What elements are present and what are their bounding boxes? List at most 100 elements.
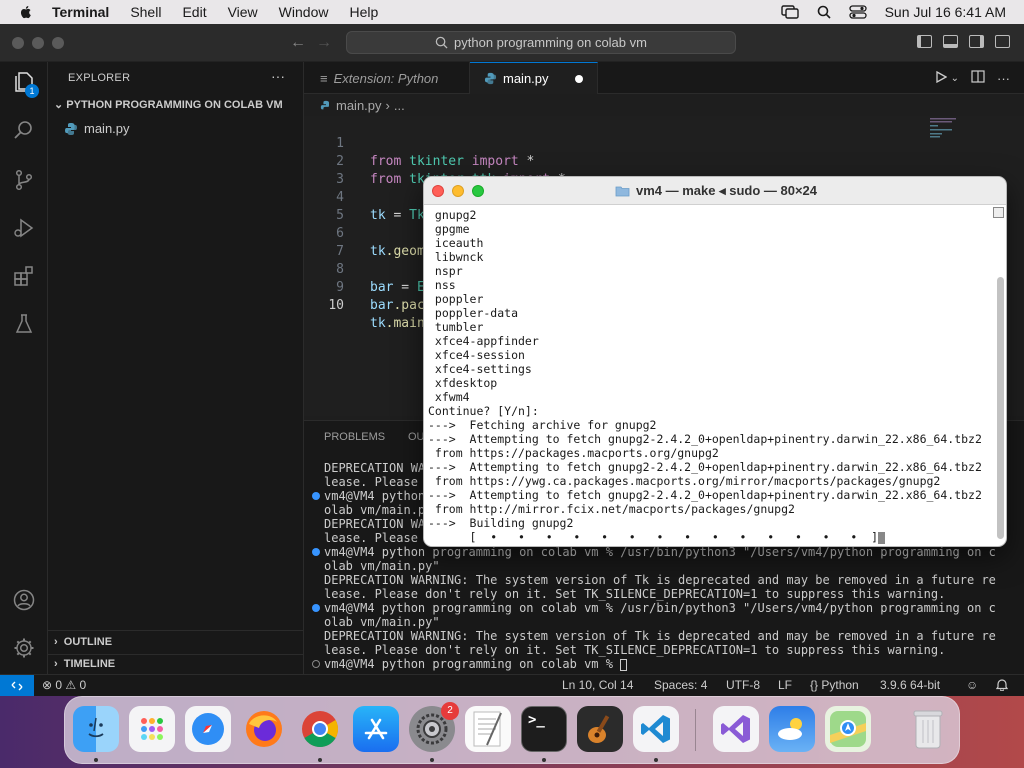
timeline-section[interactable]: › TIMELINE (54, 658, 115, 670)
terminal-output-line: xfwm4 (428, 390, 470, 404)
editor-more-actions-icon[interactable]: ··· (997, 71, 1010, 86)
zoom-window-button[interactable] (52, 37, 64, 49)
safari-icon[interactable] (185, 706, 231, 752)
visual-studio-icon[interactable] (713, 706, 759, 752)
textedit-icon[interactable] (465, 706, 511, 752)
tab-main-py[interactable]: main.py (470, 62, 598, 94)
menubar-clock[interactable]: Sun Jul 16 6:41 AM (885, 4, 1006, 20)
run-debug-icon[interactable] (12, 216, 36, 240)
end-of-line[interactable]: LF (778, 678, 792, 692)
search-icon (435, 36, 448, 49)
tab-problems[interactable]: PROBLEMS (324, 431, 385, 443)
menu-help[interactable]: Help (349, 4, 378, 20)
terminal-line: lease. Please (324, 475, 418, 489)
outline-section[interactable]: › OUTLINE (54, 636, 112, 648)
testing-icon[interactable] (12, 312, 36, 336)
editor-tabs: ≡ Extension: Python main.py (304, 62, 1024, 94)
terminal-output-line: from https://packages.macports.org/gnupg… (428, 446, 719, 460)
language-mode[interactable]: {} Python (810, 678, 859, 692)
terminal-output-line: nss (428, 278, 456, 292)
command-success-icon[interactable] (312, 548, 320, 556)
firefox-icon[interactable] (241, 706, 287, 752)
menu-app-name[interactable]: Terminal (52, 4, 109, 20)
command-success-icon[interactable] (312, 492, 320, 500)
menu-shell[interactable]: Shell (130, 4, 161, 20)
terminal-output-line: ---> Attempting to fetch gnupg2-2.4.2_0+… (428, 488, 982, 502)
feedback-icon[interactable]: ☺ (966, 678, 978, 692)
dock: >_ (64, 696, 960, 764)
timeline-label: TIMELINE (63, 658, 116, 670)
apple-icon[interactable] (18, 4, 34, 20)
terminal-content[interactable]: gnupg2 gpgme iceauth libwnck nspr nss po… (424, 206, 996, 546)
split-editor-icon[interactable] (971, 70, 985, 86)
command-pending-icon[interactable] (312, 660, 320, 668)
toggle-secondary-sidebar-icon[interactable] (969, 35, 984, 48)
chevron-right-icon: › (54, 636, 64, 648)
search-icon[interactable] (817, 5, 831, 19)
settings-gear-icon[interactable] (12, 636, 36, 660)
run-dropdown-chevron-icon[interactable]: ⌄ (951, 73, 959, 84)
garageband-icon[interactable] (577, 706, 623, 752)
back-arrow-icon[interactable]: ← (290, 34, 306, 52)
menu-view[interactable]: View (228, 4, 258, 20)
notifications-bell-icon[interactable] (995, 678, 1009, 694)
code-line[interactable]: 3 (304, 153, 1024, 187)
activity-bar (0, 62, 48, 674)
toggle-panel-icon[interactable] (943, 35, 958, 48)
command-success-icon[interactable] (312, 604, 320, 612)
terminal-output-line: ---> Attempting to fetch gnupg2-2.4.2_0+… (428, 460, 982, 474)
breadcrumb-symbol[interactable]: ... (394, 98, 405, 113)
terminal-line: lease. Please don't rely on it. Set TK_S… (324, 643, 946, 657)
app-store-icon[interactable] (353, 706, 399, 752)
breadcrumb: main.py › ... (320, 98, 405, 113)
close-window-button[interactable] (12, 37, 24, 49)
workspace-folder[interactable]: ⌄ PYTHON PROGRAMMING ON COLAB VM (54, 98, 283, 111)
tab-extension-python[interactable]: ≡ Extension: Python (304, 62, 470, 94)
toggle-primary-sidebar-icon[interactable] (917, 35, 932, 48)
progress-line: [ • • • • • • • • • • • • • • ] (428, 530, 886, 544)
chrome-icon[interactable] (297, 706, 343, 752)
terminal-window[interactable]: vm4 — make ◂ sudo — 80×24 gnupg2 gpgme i… (423, 176, 1007, 547)
terminal-title-bar[interactable]: vm4 — make ◂ sudo — 80×24 (424, 177, 1006, 205)
menu-edit[interactable]: Edit (182, 4, 206, 20)
launchpad-icon[interactable] (129, 706, 175, 752)
source-control-icon[interactable] (12, 168, 36, 192)
account-icon[interactable] (12, 588, 36, 612)
more-actions-icon[interactable]: ··· (271, 68, 285, 84)
encoding[interactable]: UTF-8 (726, 678, 760, 692)
unsaved-dot-icon[interactable] (575, 74, 583, 83)
python-interpreter[interactable]: 3.9.6 64-bit (880, 678, 940, 692)
cursor-position[interactable]: Ln 10, Col 14 (562, 678, 633, 692)
minimap[interactable] (930, 118, 966, 138)
chevron-right-icon: › (54, 658, 64, 670)
file-main-py[interactable]: main.py (64, 121, 130, 136)
code-line[interactable]: 1 from tkinter import * (304, 117, 1024, 169)
search-icon[interactable] (12, 118, 36, 142)
remote-indicator-icon[interactable] (0, 675, 34, 697)
control-center-icon[interactable] (848, 5, 867, 19)
chevron-right-icon: › (385, 98, 390, 113)
terminal-line: lease. Please (324, 531, 418, 545)
vscode-icon[interactable] (633, 706, 679, 752)
weather-icon[interactable] (769, 706, 815, 752)
maps-icon[interactable] (825, 706, 871, 752)
breadcrumb-file[interactable]: main.py (336, 98, 382, 113)
command-center-search[interactable]: python programming on colab vm (346, 31, 736, 54)
problems-count[interactable]: ⊗ 0 ⚠ 0 (42, 678, 86, 692)
finder-icon[interactable] (73, 706, 119, 752)
indentation[interactable]: Spaces: 4 (654, 678, 707, 692)
screen-mirroring-icon[interactable] (780, 5, 799, 19)
forward-arrow-icon[interactable]: → (316, 34, 332, 52)
customize-layout-icon[interactable] (995, 35, 1010, 48)
python-file-icon (320, 100, 329, 109)
minimize-window-button[interactable] (32, 37, 44, 49)
extensions-icon[interactable] (12, 264, 36, 288)
terminal-icon[interactable]: >_ (521, 706, 567, 752)
run-python-file-icon[interactable] (935, 70, 947, 86)
terminal-prompt-line[interactable]: vm4@VM4 python programming on colab vm % (324, 657, 628, 671)
trash-icon[interactable] (905, 706, 951, 752)
code-line[interactable]: 2 from tkinter.ttk import * (304, 135, 1024, 187)
menu-window[interactable]: Window (279, 4, 329, 20)
scroll-marks-icon[interactable] (993, 207, 1004, 218)
terminal-scrollbar[interactable] (997, 277, 1004, 539)
